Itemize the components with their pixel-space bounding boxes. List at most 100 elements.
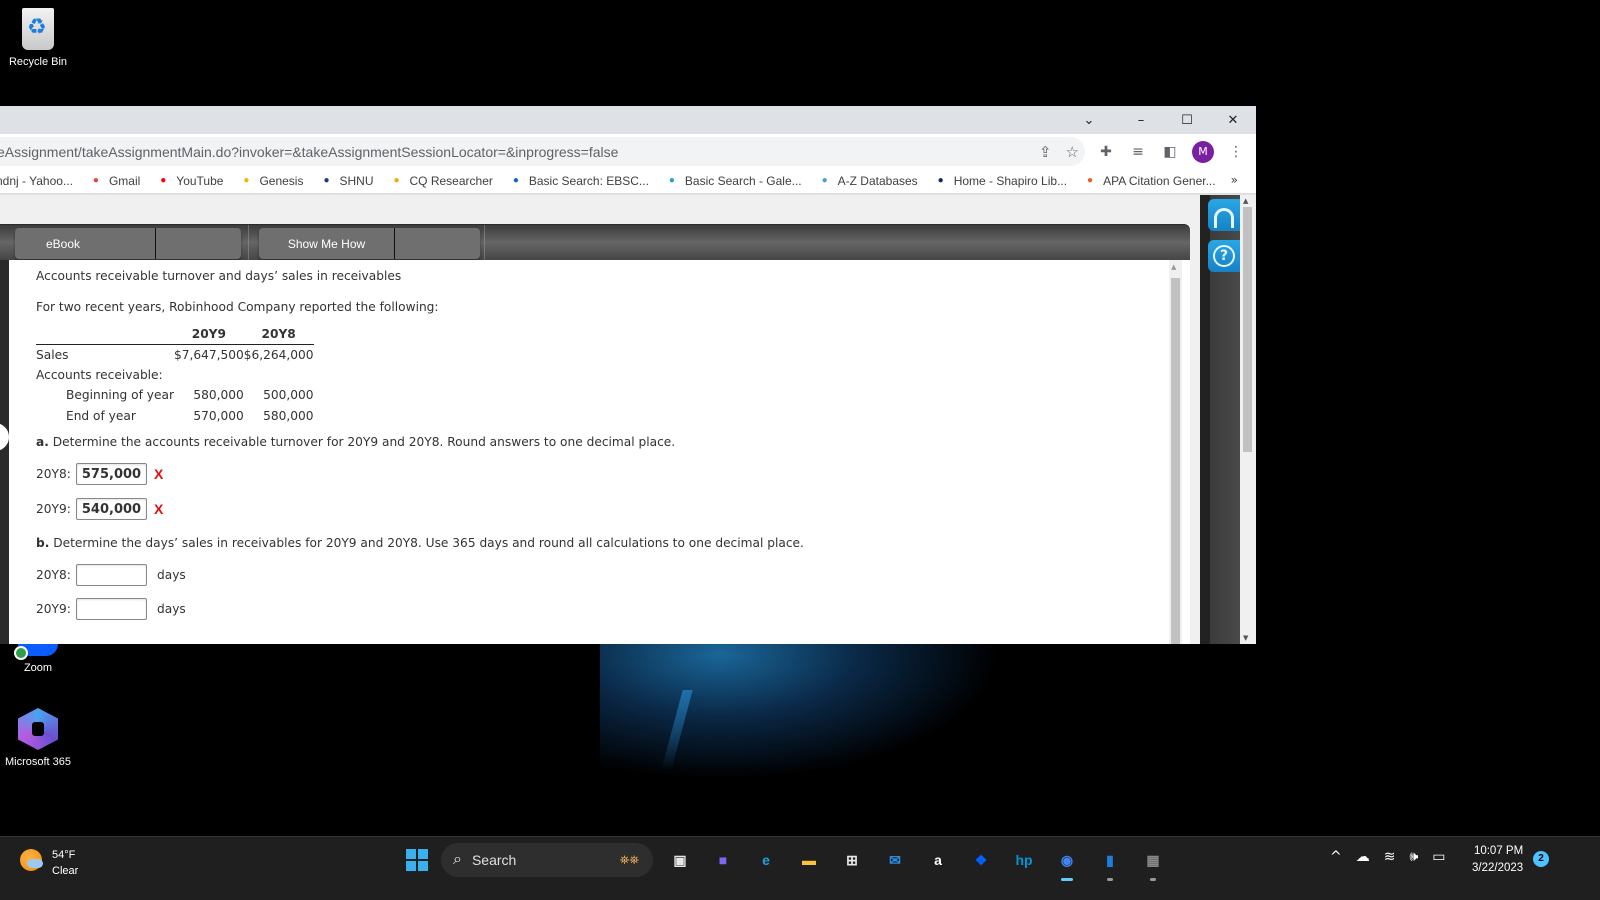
taskbar-app-zoom-meetings[interactable]: ■	[710, 847, 736, 873]
page-scroll-thumb[interactable]	[1243, 207, 1252, 452]
page-scroll-down-icon[interactable]: ▼	[1243, 634, 1248, 642]
bookmark-item[interactable]: ● Gmail	[89, 174, 140, 188]
bookmark-item[interactable]: ● SHNU	[319, 174, 373, 188]
cell-20y9	[174, 365, 244, 386]
taskbar-search[interactable]: ⌕ Search ⛯⛯	[441, 843, 653, 877]
windows-logo-icon	[406, 849, 416, 859]
part-a-prompt: a. Determine the accounts receivable tur…	[36, 435, 675, 449]
row-label: Sales	[36, 347, 69, 362]
part-b-text: Determine the days’ sales in receivables…	[49, 536, 804, 550]
table-header-row: 20Y9 20Y8	[36, 323, 314, 345]
browser-window: ⌄ – ☐ ✕ eAssignment/takeAssignmentMain.d…	[0, 106, 1256, 644]
system-tray: ^ ☁ ≋ 🕪 ▭	[1330, 849, 1446, 865]
cell-20y8: 580,000	[263, 408, 314, 423]
bookmark-item[interactable]: ● APA Citation Gener...	[1083, 174, 1216, 188]
bookmark-item[interactable]: ● YouTube	[156, 174, 223, 188]
desktop-icon-label: Microsoft 365	[4, 756, 72, 768]
share-icon[interactable]: ⇪	[1039, 143, 1052, 161]
kebab-menu-icon[interactable]: ⋮	[1226, 144, 1246, 160]
taskbar-app-edge[interactable]: e	[753, 847, 779, 873]
tab-search-button[interactable]: ⌄	[1066, 106, 1112, 134]
cell-20y9: $7,647,500	[173, 347, 244, 362]
bookmark-item[interactable]: ndnj - Yahoo...	[0, 174, 73, 188]
extensions-puzzle-icon[interactable]: ✚	[1096, 144, 1116, 160]
answer-label: 20Y8:	[36, 568, 71, 582]
unit-label: days	[157, 602, 186, 616]
row-label: Beginning of year	[66, 388, 174, 403]
turnover-20y9-input[interactable]	[76, 498, 147, 520]
zoom-app-icon	[14, 644, 58, 660]
bookmark-item[interactable]: ● CQ Researcher	[390, 174, 492, 188]
bookmark-item[interactable]: ● Genesis	[239, 174, 303, 188]
address-bar[interactable]: eAssignment/takeAssignmentMain.do?invoke…	[0, 137, 1085, 166]
onedrive-icon[interactable]: ☁	[1356, 849, 1370, 865]
desktop-icon-zoom[interactable]: Zoom	[0, 644, 76, 674]
table-row: Accounts receivable:	[36, 365, 314, 386]
bookmarks-overflow-button[interactable]: »	[1231, 173, 1238, 187]
wifi-icon[interactable]: ≋	[1384, 849, 1396, 865]
side-panel-icon[interactable]: ◧	[1160, 144, 1180, 160]
minimize-button[interactable]: –	[1118, 106, 1164, 134]
bookmark-star-icon[interactable]: ☆	[1066, 143, 1079, 161]
page-scrollbar[interactable]: ▲ ▼	[1240, 197, 1254, 642]
weather-widget[interactable]: 54°F Clear	[20, 847, 78, 879]
support-button[interactable]	[1208, 199, 1240, 231]
profile-avatar[interactable]: M	[1192, 140, 1214, 163]
taskbar-app-chrome[interactable]: ◉	[1054, 847, 1080, 881]
desktop-icon-recycle-bin[interactable]: Recycle Bin	[0, 8, 76, 68]
url-text[interactable]: eAssignment/takeAssignmentMain.do?invoke…	[0, 144, 618, 160]
taskbar-app-calculator[interactable]: ▦	[1140, 847, 1166, 881]
volume-icon[interactable]: 🕪	[1409, 849, 1418, 865]
tab-show-me-how[interactable]: Show Me How	[259, 228, 480, 259]
days-sales-20y8-input[interactable]	[76, 564, 147, 586]
bookmark-label: SHNU	[339, 173, 374, 188]
taskbar-app-amazon[interactable]: a	[925, 847, 951, 873]
bookmark-label: Home - Shapiro Lib...	[953, 173, 1068, 188]
help-question-icon: ?	[1213, 245, 1235, 267]
answer-label: 20Y9:	[36, 602, 71, 616]
bookmark-item[interactable]: ● Home - Shapiro Lib...	[934, 174, 1067, 188]
start-button[interactable]	[406, 849, 428, 871]
help-button[interactable]: ?	[1208, 240, 1240, 272]
reading-list-icon[interactable]: ≡	[1128, 144, 1148, 160]
table-header-20y8: 20Y8	[243, 323, 314, 345]
taskbar: 54°F Clear ⌕ Search ⛯⛯ ▣ ■ e ▬ ⊞ ✉ a ❖ hp ◉ ▮ ▦ ^ ☁…	[0, 836, 1600, 900]
bookmark-item[interactable]: ● A-Z Databases	[818, 174, 918, 188]
page-scroll-up-icon[interactable]: ▲	[1243, 197, 1248, 205]
bookmark-item[interactable]: ● Basic Search: EBSC...	[509, 174, 649, 188]
assignment-toolbar: eBook Show Me How	[0, 224, 1190, 261]
answer-row-a-20y9: 20Y9: X	[36, 498, 163, 520]
taskbar-app-file-explorer[interactable]: ▬	[796, 847, 822, 873]
battery-icon[interactable]: ▭	[1432, 849, 1445, 865]
notification-badge[interactable]: 2	[1533, 851, 1549, 867]
tab-show-me-how-label: Show Me How	[259, 228, 395, 259]
content-scrollbar[interactable]: ▲	[1169, 260, 1182, 644]
tab-ebook[interactable]: eBook	[15, 228, 241, 259]
youtube-icon: ●	[160, 175, 167, 186]
scroll-up-arrow-icon[interactable]: ▲	[1171, 263, 1176, 271]
bookmark-label: APA Citation Gener...	[1103, 173, 1216, 188]
headset-icon	[1214, 208, 1234, 228]
close-button[interactable]: ✕	[1210, 106, 1256, 134]
bookmark-label: Gmail	[108, 173, 141, 188]
weather-icon	[20, 849, 43, 871]
taskbar-app-windows-app[interactable]: ▮	[1097, 847, 1123, 881]
row-label: End of year	[66, 408, 136, 423]
taskbar-app-myhp[interactable]: hp	[1011, 847, 1037, 873]
content-scroll-thumb[interactable]	[1171, 278, 1180, 644]
days-sales-20y9-input[interactable]	[76, 598, 147, 620]
taskbar-app-task-view[interactable]: ▣	[667, 847, 693, 873]
maximize-button[interactable]: ☐	[1164, 106, 1210, 134]
turnover-20y8-input[interactable]	[76, 463, 147, 485]
part-b-prefix: b.	[36, 536, 50, 550]
desktop-icon-microsoft-365[interactable]: Microsoft 365	[0, 708, 76, 768]
desktop-icon-label: Zoom	[23, 662, 53, 674]
taskbar-app-dropbox[interactable]: ❖	[968, 847, 994, 873]
clock[interactable]: 10:07 PM 3/22/2023	[1472, 843, 1523, 877]
bookmark-item[interactable]: ● Basic Search - Gale...	[665, 174, 802, 188]
part-a-prefix: a.	[36, 435, 49, 449]
wallpaper	[600, 640, 1000, 780]
tray-chevron-icon[interactable]: ^	[1330, 849, 1342, 865]
taskbar-app-mail[interactable]: ✉	[882, 847, 908, 873]
taskbar-app-microsoft-store[interactable]: ⊞	[839, 847, 865, 873]
